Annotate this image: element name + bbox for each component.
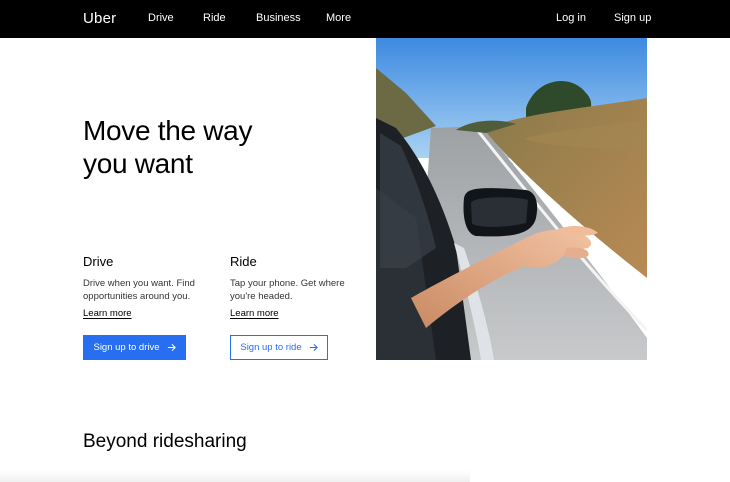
arrow-right-icon (167, 343, 176, 352)
ride-column: Ride Tap your phone. Get where you're he… (230, 254, 360, 321)
hero-title: Move the way you want (83, 114, 343, 180)
hero-title-line-1: Move the way (83, 115, 253, 146)
ride-learn-more-link[interactable]: Learn more (230, 308, 279, 320)
hero-title-line-2: you want (83, 148, 193, 179)
section-title-beyond-ridesharing: Beyond ridesharing (83, 431, 247, 452)
uber-logo[interactable]: Uber (83, 10, 116, 27)
nav-drive[interactable]: Drive (148, 12, 174, 24)
nav-more[interactable]: More (326, 12, 351, 24)
sign-up-to-drive-button[interactable]: Sign up to drive (83, 335, 186, 360)
sign-up-to-ride-button[interactable]: Sign up to ride (230, 335, 328, 360)
nav-ride[interactable]: Ride (203, 12, 226, 24)
signup-link[interactable]: Sign up (614, 12, 651, 24)
drive-column: Drive Drive when you want. Find opportun… (83, 254, 213, 321)
login-link[interactable]: Log in (556, 12, 586, 24)
sign-up-to-drive-label: Sign up to drive (93, 342, 160, 353)
hero-image (376, 38, 647, 360)
sign-up-to-ride-label: Sign up to ride (240, 342, 302, 353)
ride-title: Ride (230, 254, 257, 269)
drive-description: Drive when you want. Find opportunities … (83, 278, 195, 302)
drive-title: Drive (83, 254, 114, 269)
arrow-right-icon (309, 343, 318, 352)
drive-learn-more-link[interactable]: Learn more (83, 308, 132, 320)
nav-business[interactable]: Business (256, 12, 301, 24)
top-nav: Uber Drive Ride Business More Log in Sig… (0, 0, 730, 38)
ride-description: Tap your phone. Get where you're headed. (230, 278, 345, 302)
car-window-photo (376, 38, 647, 360)
bottom-shadow (0, 470, 470, 482)
